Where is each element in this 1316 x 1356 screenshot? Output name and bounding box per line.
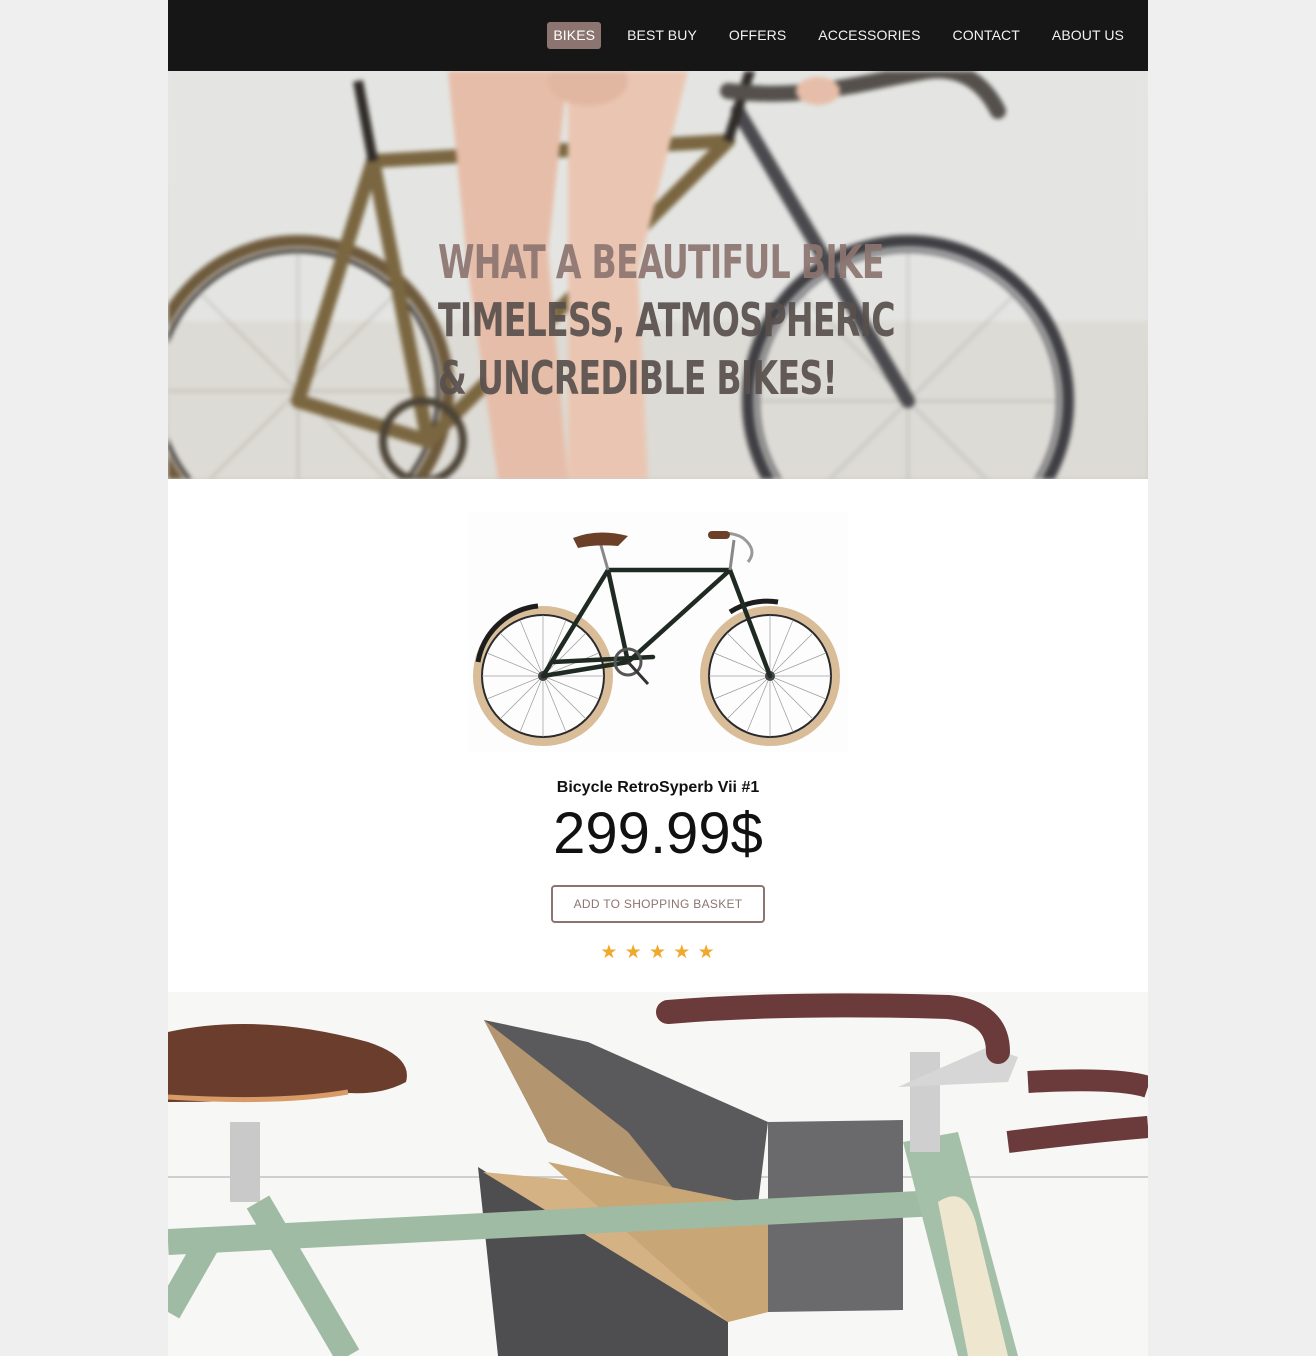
add-to-basket-button[interactable]: ADD TO SHOPPING BASKET [551,885,765,923]
top-navigation-bar: BIKES BEST BUY OFFERS ACCESSORIES CONTAC… [168,0,1148,71]
nav-item-bikes[interactable]: BIKES [547,22,602,49]
product-rating: ★ ★ ★ ★ ★ [168,941,1148,964]
product-image[interactable] [468,512,848,752]
hero-banner: WHAT A BEAUTIFUL BIKE TIMELESS, ATMOSPHE… [168,71,1148,479]
nav-item-about-us[interactable]: ABOUT US [1046,22,1130,49]
product-name[interactable]: Bicycle RetroSyperb Vii #1 [168,779,1148,797]
star-icon[interactable]: ★ [625,941,643,964]
hero-headline-line-2: TIMELESS, ATMOSPHERIC [438,293,896,347]
nav-item-contact[interactable]: CONTACT [947,22,1026,49]
nav-item-offers[interactable]: OFFERS [723,22,792,49]
hero-headline-line-3: & UNCREDIBLE BIKES! [438,351,838,405]
nav-item-accessories[interactable]: ACCESSORIES [812,22,926,49]
feature-bike-rack-photo [168,992,1148,1356]
star-icon[interactable]: ★ [698,941,716,964]
wooden-bike-rack-illustration [168,992,1148,1356]
hero-headline-line-1: WHAT A BEAUTIFUL BIKE [438,235,885,289]
hero-headline: WHAT A BEAUTIFUL BIKE TIMELESS, ATMOSPHE… [438,233,896,407]
product-price: 299.99$ [553,801,763,866]
main-menu: BIKES BEST BUY OFFERS ACCESSORIES CONTAC… [547,22,1130,49]
star-icon[interactable]: ★ [649,941,667,964]
page: BIKES BEST BUY OFFERS ACCESSORIES CONTAC… [168,0,1148,1356]
star-icon[interactable]: ★ [673,941,691,964]
star-icon[interactable]: ★ [600,941,618,964]
nav-item-best-buy[interactable]: BEST BUY [621,22,703,49]
retro-bicycle-illustration [473,531,840,746]
